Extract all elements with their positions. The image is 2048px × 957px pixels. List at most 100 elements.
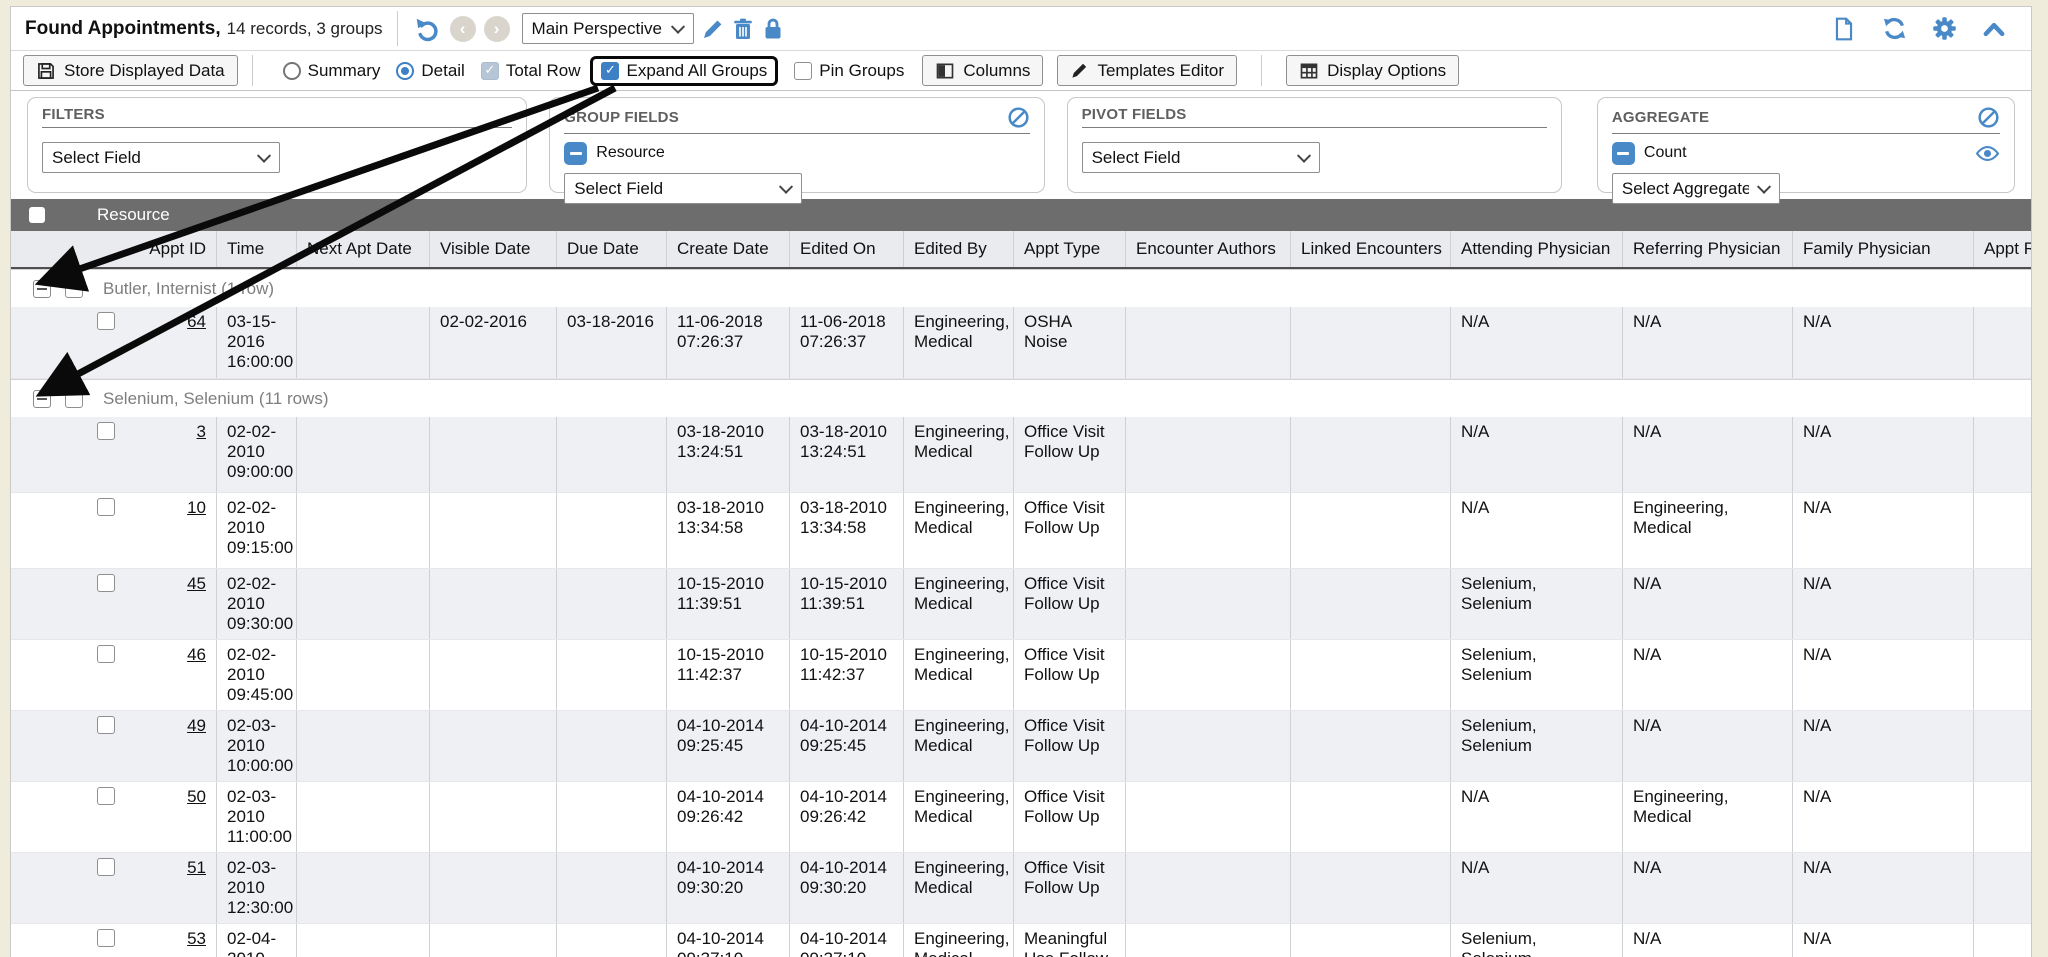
cell-next_apt_date [296,782,429,852]
cell-create_date: 04-10-2014 09:25:45 [666,711,789,781]
row-checkbox[interactable] [97,498,115,516]
column-header-edited_by[interactable]: Edited By [903,231,1013,267]
remove-resource-field-icon[interactable] [564,142,587,165]
appt-id-link[interactable]: 53 [187,929,206,948]
group-expand-checkbox[interactable] [33,280,51,298]
delete-perspective-icon[interactable] [728,14,758,44]
column-header-time[interactable]: Time [216,231,296,267]
pin-groups-checkbox[interactable]: Pin Groups [794,61,904,81]
appt-id-link[interactable]: 49 [187,716,206,735]
cell-due_date [556,711,666,781]
cell-appt_id: 50 [121,782,216,852]
row-checkbox[interactable] [97,645,115,663]
row-checkbox[interactable] [97,312,115,330]
group-select-checkbox[interactable] [65,390,83,408]
cell-attending_physician: N/A [1450,493,1622,568]
appt-id-link[interactable]: 50 [187,787,206,806]
pin-groups-checkbox-box[interactable] [794,62,812,80]
pivot-fields-title: PIVOT FIELDS [1082,106,1187,123]
edit-perspective-icon[interactable] [698,14,728,44]
refresh-icon[interactable] [1879,14,1909,44]
next-icon[interactable]: › [484,16,510,42]
filters-field-select[interactable]: Select Field [42,142,280,173]
total-row-checkbox[interactable]: ✓ Total Row [481,61,581,81]
new-document-icon[interactable] [1829,14,1859,44]
cell-time: 02-04-2010 11:30:00 [216,924,296,957]
row-checkbox[interactable] [97,574,115,592]
column-header-edited_on[interactable]: Edited On [789,231,903,267]
cell-edited_by: Engineering, Medical [903,640,1013,710]
total-row-checkbox-box[interactable]: ✓ [481,62,499,80]
group-row: Butler, Internist (1 row) [11,269,2031,307]
templates-editor-button[interactable]: Templates Editor [1057,55,1237,86]
cell-linked_encounters [1290,569,1450,639]
store-displayed-data-button[interactable]: Store Displayed Data [23,55,238,86]
row-checkbox[interactable] [97,422,115,440]
display-options-button[interactable]: Display Options [1286,55,1459,86]
cell-referring_physician: N/A [1622,569,1792,639]
appt-id-link[interactable]: 10 [187,498,206,517]
toolbar: Store Displayed Data Summary Detail ✓ To… [11,51,2031,91]
group-expand-checkbox[interactable] [33,390,51,408]
column-header-appt_id[interactable]: Appt ID [121,231,216,267]
group-field-select[interactable]: Select Field [564,173,802,204]
column-header-family_physician[interactable]: Family Physician [1792,231,1973,267]
remove-count-aggregate-icon[interactable] [1612,142,1635,165]
row-checkbox[interactable] [97,716,115,734]
clear-aggregate-icon[interactable] [1977,106,2000,129]
prev-icon[interactable]: ‹ [450,16,476,42]
column-header-encounter_authors[interactable]: Encounter Authors [1125,231,1290,267]
cell-appt_id: 45 [121,569,216,639]
select-all-checkbox[interactable] [29,207,45,223]
column-header-next_apt_date[interactable]: Next Apt Date [296,231,429,267]
summary-radio-circle[interactable] [283,62,301,80]
clear-group-fields-icon[interactable] [1007,106,1030,129]
appt-id-link[interactable]: 46 [187,645,206,664]
perspective-select[interactable]: Main Perspective [522,13,694,44]
columns-button[interactable]: Columns [922,55,1043,86]
cell-linked_encounters [1290,853,1450,923]
detail-radio[interactable]: Detail [396,61,464,81]
detail-radio-circle[interactable] [396,62,414,80]
expand-all-groups-checkbox[interactable]: ✓ [601,62,619,80]
row-checkbox[interactable] [97,929,115,947]
app-window: Found Appointments, 14 records, 3 groups… [10,6,2032,957]
appt-id-link[interactable]: 64 [187,312,206,331]
appt-id-link[interactable]: 3 [197,422,206,441]
table-row: 5102-03-2010 12:30:0004-10-2014 09:30:20… [11,853,2031,924]
divider [252,55,253,86]
column-header-attending_physician[interactable]: Attending Physician [1450,231,1622,267]
pivot-field-select[interactable]: Select Field [1082,142,1320,173]
cell-next_apt_date [296,924,429,957]
collapse-panel-icon[interactable] [1979,14,2009,44]
cell-linked_encounters [1290,640,1450,710]
summary-radio[interactable]: Summary [283,61,381,81]
cell-referring_physician: N/A [1622,307,1792,378]
row-checkbox[interactable] [97,787,115,805]
undo-icon[interactable] [412,14,442,44]
cell-create_date: 10-15-2010 11:39:51 [666,569,789,639]
column-header-appt_re[interactable]: Appt Re [1973,231,2032,267]
visibility-eye-icon[interactable] [1975,141,2000,166]
cell-time: 02-03-2010 10:00:00 [216,711,296,781]
cell-edited_on: 10-15-2010 11:39:51 [789,569,903,639]
row-checkbox[interactable] [97,858,115,876]
lock-perspective-icon[interactable] [758,14,788,44]
aggregate-select[interactable]: Select Aggregate [1612,173,1780,204]
group-select-checkbox[interactable] [65,280,83,298]
appt-id-link[interactable]: 51 [187,858,206,877]
column-header-linked_encounters[interactable]: Linked Encounters [1290,231,1450,267]
cell-family_physician: N/A [1792,782,1973,852]
cell-create_date: 10-15-2010 11:42:37 [666,640,789,710]
cell-referring_physician: N/A [1622,924,1792,957]
table-grid-icon [1299,61,1319,81]
column-header-due_date[interactable]: Due Date [556,231,666,267]
column-header-create_date[interactable]: Create Date [666,231,789,267]
cell-attending_physician: N/A [1450,782,1622,852]
appt-id-link[interactable]: 45 [187,574,206,593]
settings-gear-icon[interactable] [1929,14,1959,44]
column-header-appt_type[interactable]: Appt Type [1013,231,1125,267]
cell-visible_date [429,924,556,957]
column-header-referring_physician[interactable]: Referring Physician [1622,231,1792,267]
column-header-visible_date[interactable]: Visible Date [429,231,556,267]
